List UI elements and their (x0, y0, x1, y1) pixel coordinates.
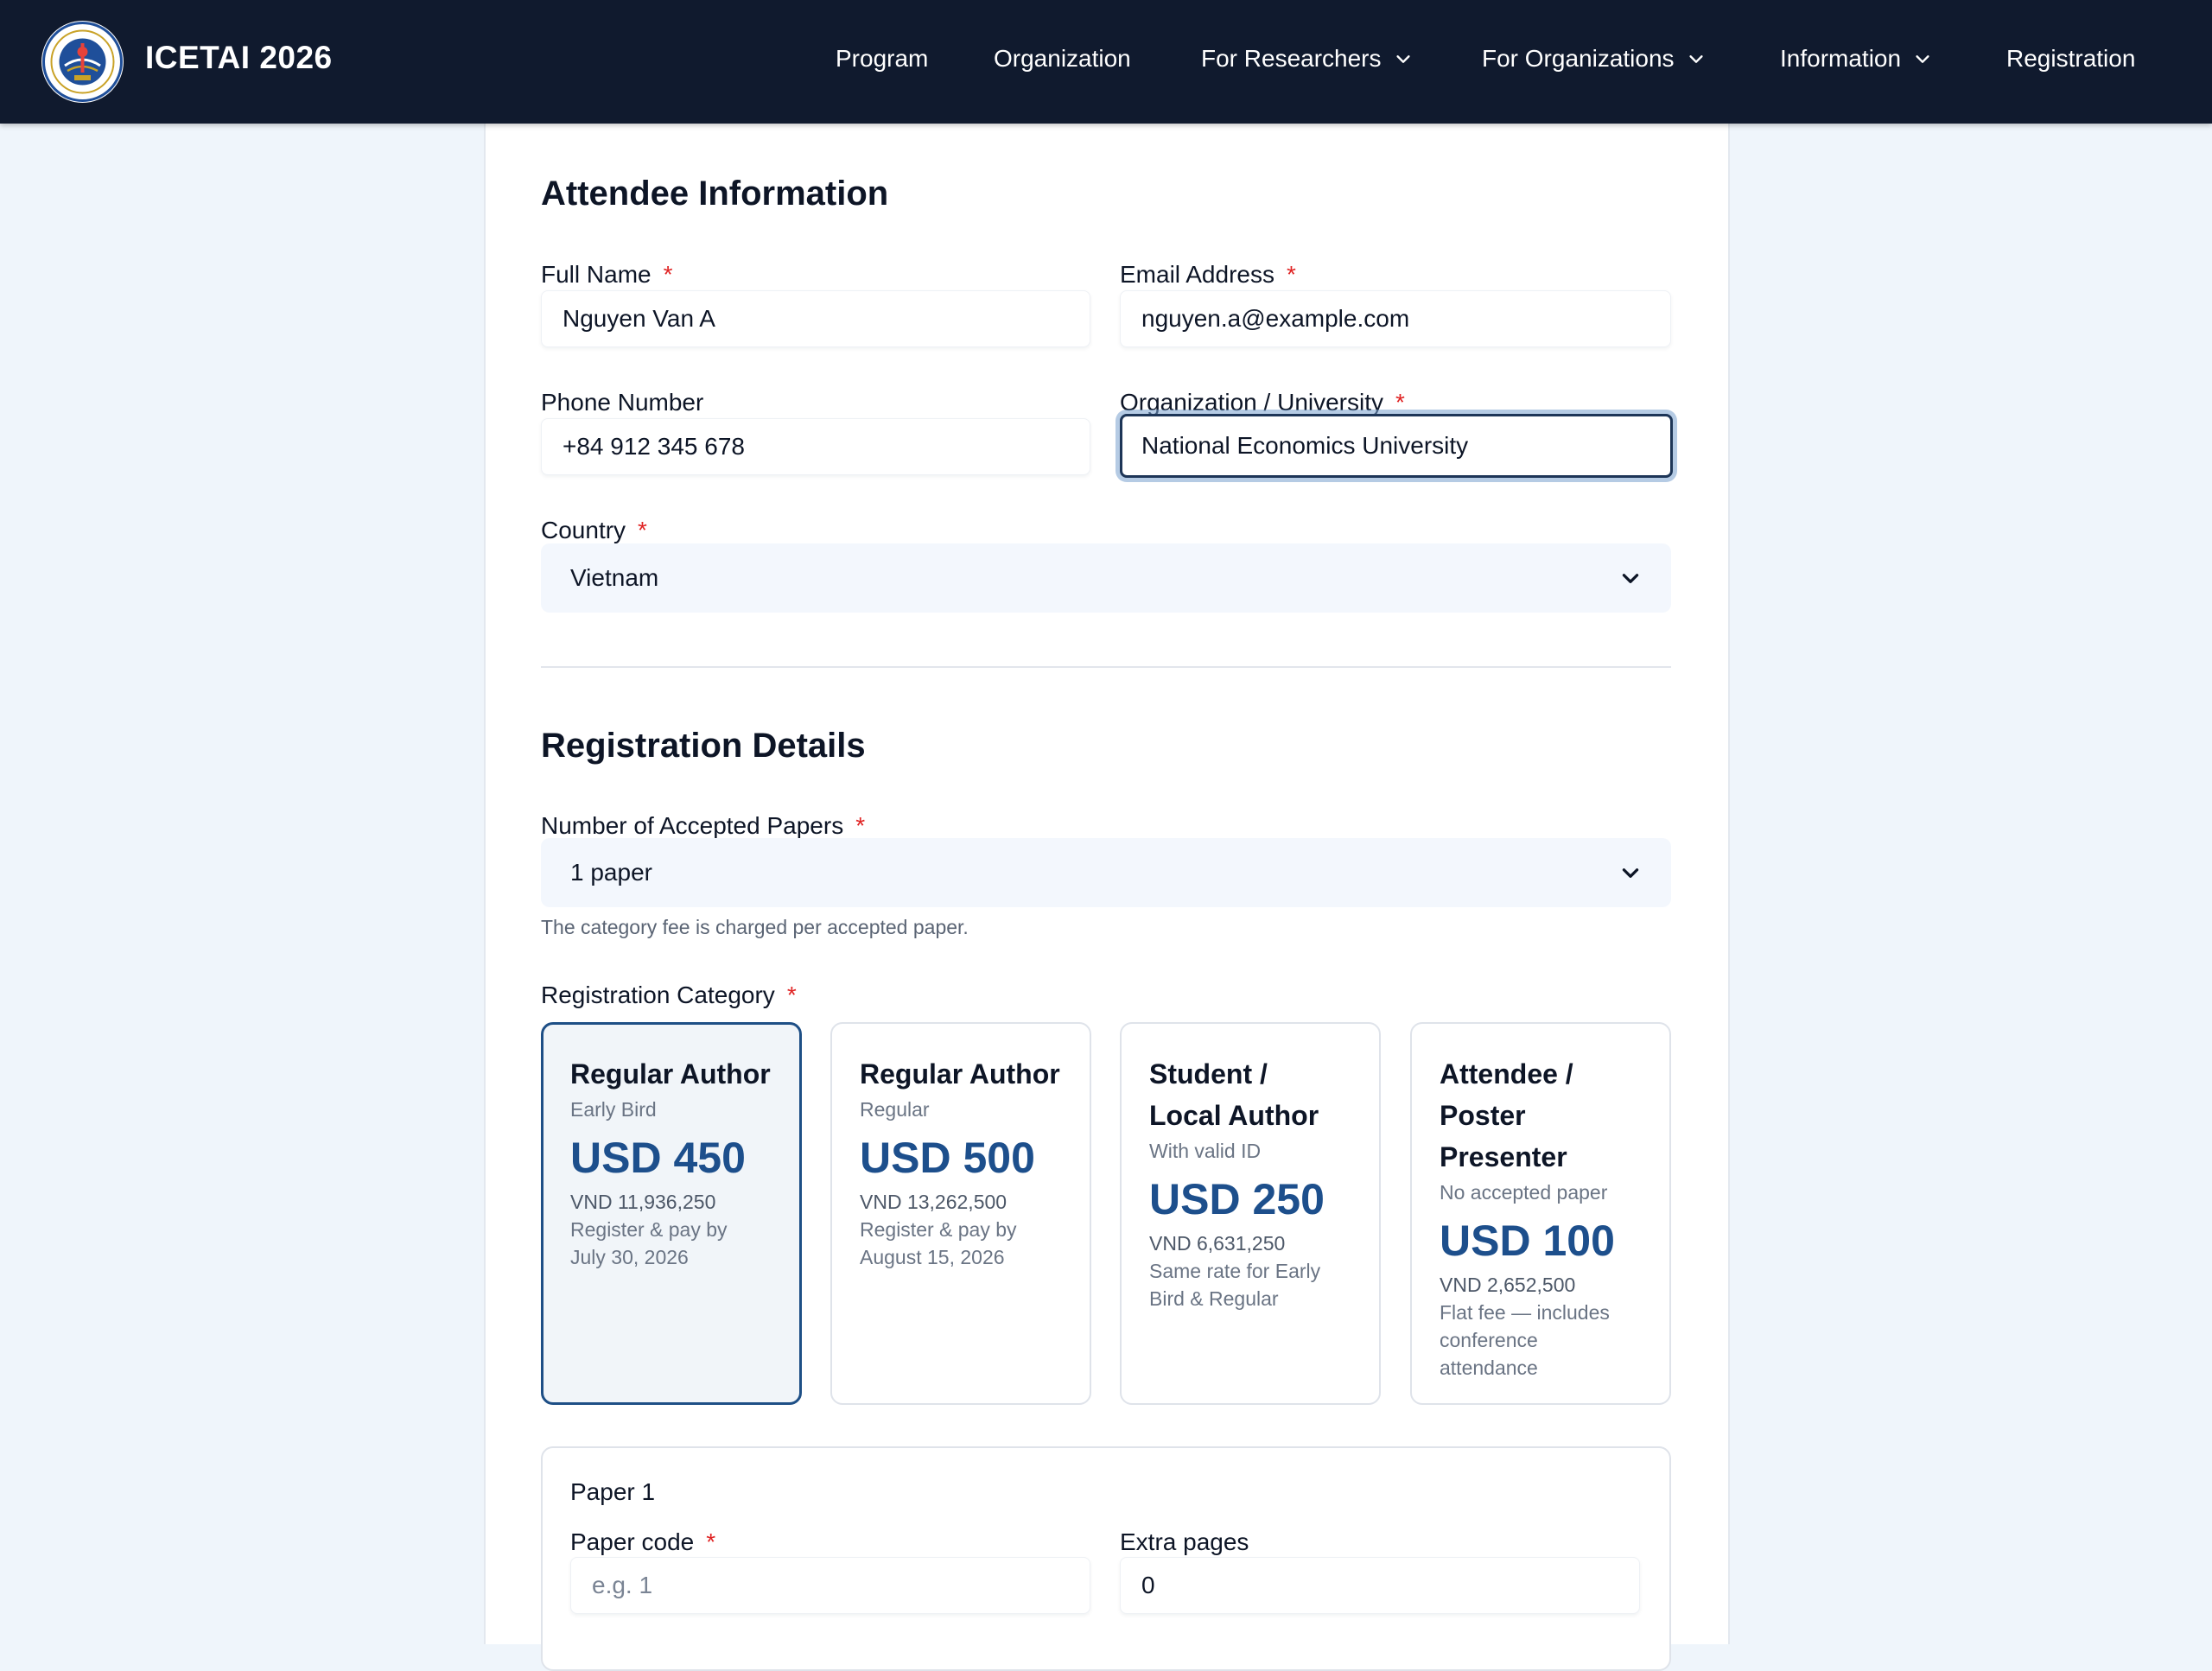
category-option-student[interactable]: Student / Local Author With valid ID USD… (1120, 1022, 1381, 1405)
option-subtitle: Regular (860, 1098, 930, 1121)
conference-logo[interactable] (41, 21, 124, 103)
option-subtitle: No accepted paper (1440, 1181, 1608, 1204)
category-option-early-bird[interactable]: Regular Author Early Bird USD 450 VND 11… (541, 1022, 802, 1405)
option-subtitle: Early Bird (570, 1098, 657, 1121)
conference-logo-icon (42, 22, 123, 102)
option-title: Poster (1440, 1100, 1526, 1131)
required-marker: * (706, 1528, 716, 1555)
option-note: Same rate for Early (1149, 1260, 1321, 1282)
nav-registration[interactable]: Registration (2006, 45, 2135, 73)
country-select-value: Vietnam (570, 564, 659, 591)
attendee-section-heading: Attendee Information (541, 175, 889, 213)
option-subtitle: With valid ID (1149, 1140, 1262, 1162)
nav-program-label: Program (836, 45, 929, 72)
option-price: USD 250 (1149, 1175, 1325, 1223)
option-note: July 30, 2026 (570, 1246, 689, 1268)
organization-label: Organization / University * (1120, 389, 1405, 416)
full-name-label: Full Name * (541, 261, 673, 288)
nav-information[interactable]: Information (1780, 45, 1932, 73)
papers-count-select[interactable]: 1 paper (541, 838, 1671, 907)
country-label: Country * (541, 517, 647, 543)
nav-program[interactable]: Program (836, 45, 928, 73)
required-marker: * (1395, 389, 1405, 416)
paper-code-input[interactable]: e.g. 1 (570, 1557, 1090, 1614)
extra-pages-input[interactable]: 0 (1120, 1557, 1640, 1614)
paper-code-label: Paper code * (570, 1528, 716, 1555)
papers-count-label: Number of Accepted Papers * (541, 812, 866, 839)
phone-label: Phone Number (541, 389, 704, 416)
option-price: USD 100 (1440, 1217, 1615, 1265)
required-marker: * (786, 982, 797, 1008)
registration-section-heading: Registration Details (541, 727, 866, 765)
nav-registration-label: Registration (2006, 45, 2136, 72)
category-label: Registration Category * (541, 982, 797, 1008)
required-marker: * (1286, 261, 1296, 288)
option-note: Register & pay by (860, 1218, 1017, 1241)
papers-help-text: The category fee is charged per accepted… (541, 916, 969, 938)
option-vnd-price: VND 13,262,500 (860, 1191, 1007, 1213)
required-marker: * (855, 812, 866, 839)
required-marker: * (663, 261, 673, 288)
category-option-attendee[interactable]: Attendee / Poster Presenter No accepted … (1410, 1022, 1671, 1405)
required-marker: * (638, 517, 647, 543)
nav-for-researchers[interactable]: For Researchers (1201, 45, 1413, 73)
option-title: Presenter (1440, 1141, 1567, 1172)
nav-for-organizations[interactable]: For Organizations (1482, 45, 1706, 73)
chevron-down-icon (1619, 861, 1642, 884)
nav-organization[interactable]: Organization (994, 45, 1131, 73)
top-navigation-bar: ICETAI 2026 Program Organization For Res… (0, 0, 2212, 124)
option-title: Regular Author (860, 1058, 1060, 1090)
option-note: attendance (1440, 1356, 1538, 1379)
option-title: Attendee / (1440, 1058, 1573, 1090)
brand-title[interactable]: ICETAI 2026 (145, 40, 333, 76)
option-vnd-price: VND 6,631,250 (1149, 1232, 1286, 1255)
option-price: USD 450 (570, 1134, 746, 1182)
option-vnd-price: VND 11,936,250 (570, 1191, 716, 1213)
option-price: USD 500 (860, 1134, 1035, 1182)
option-title: Local Author (1149, 1100, 1319, 1131)
chevron-down-icon (1394, 53, 1413, 68)
nav-for-researchers-label: For Researchers (1201, 45, 1382, 72)
section-divider (541, 666, 1671, 668)
extra-pages-label: Extra pages (1120, 1528, 1249, 1555)
full-name-input[interactable]: Nguyen Van A (541, 290, 1090, 347)
chevron-down-icon (1687, 53, 1706, 68)
chevron-down-icon (1913, 53, 1932, 68)
email-label: Email Address * (1120, 261, 1296, 288)
country-select[interactable]: Vietnam (541, 543, 1671, 613)
option-title: Student / (1149, 1058, 1268, 1090)
phone-input[interactable]: +84 912 345 678 (541, 418, 1090, 475)
option-vnd-price: VND 2,652,500 (1440, 1274, 1576, 1296)
category-option-regular[interactable]: Regular Author Regular USD 500 VND 13,26… (830, 1022, 1091, 1405)
nav-information-label: Information (1780, 45, 1902, 72)
option-note: Bird & Regular (1149, 1287, 1279, 1310)
option-note: conference (1440, 1329, 1538, 1351)
nav-for-organizations-label: For Organizations (1482, 45, 1675, 72)
organization-input[interactable]: National Economics University (1120, 414, 1673, 478)
option-note: August 15, 2026 (860, 1246, 1005, 1268)
option-title: Regular Author (570, 1058, 771, 1090)
option-note: Register & pay by (570, 1218, 728, 1241)
papers-count-value: 1 paper (570, 859, 652, 886)
chevron-down-icon (1619, 567, 1642, 589)
nav-organization-label: Organization (994, 45, 1131, 72)
option-note: Flat fee — includes (1440, 1301, 1610, 1324)
email-input[interactable]: nguyen.a@example.com (1120, 290, 1671, 347)
paper-1-title: Paper 1 (570, 1478, 656, 1505)
